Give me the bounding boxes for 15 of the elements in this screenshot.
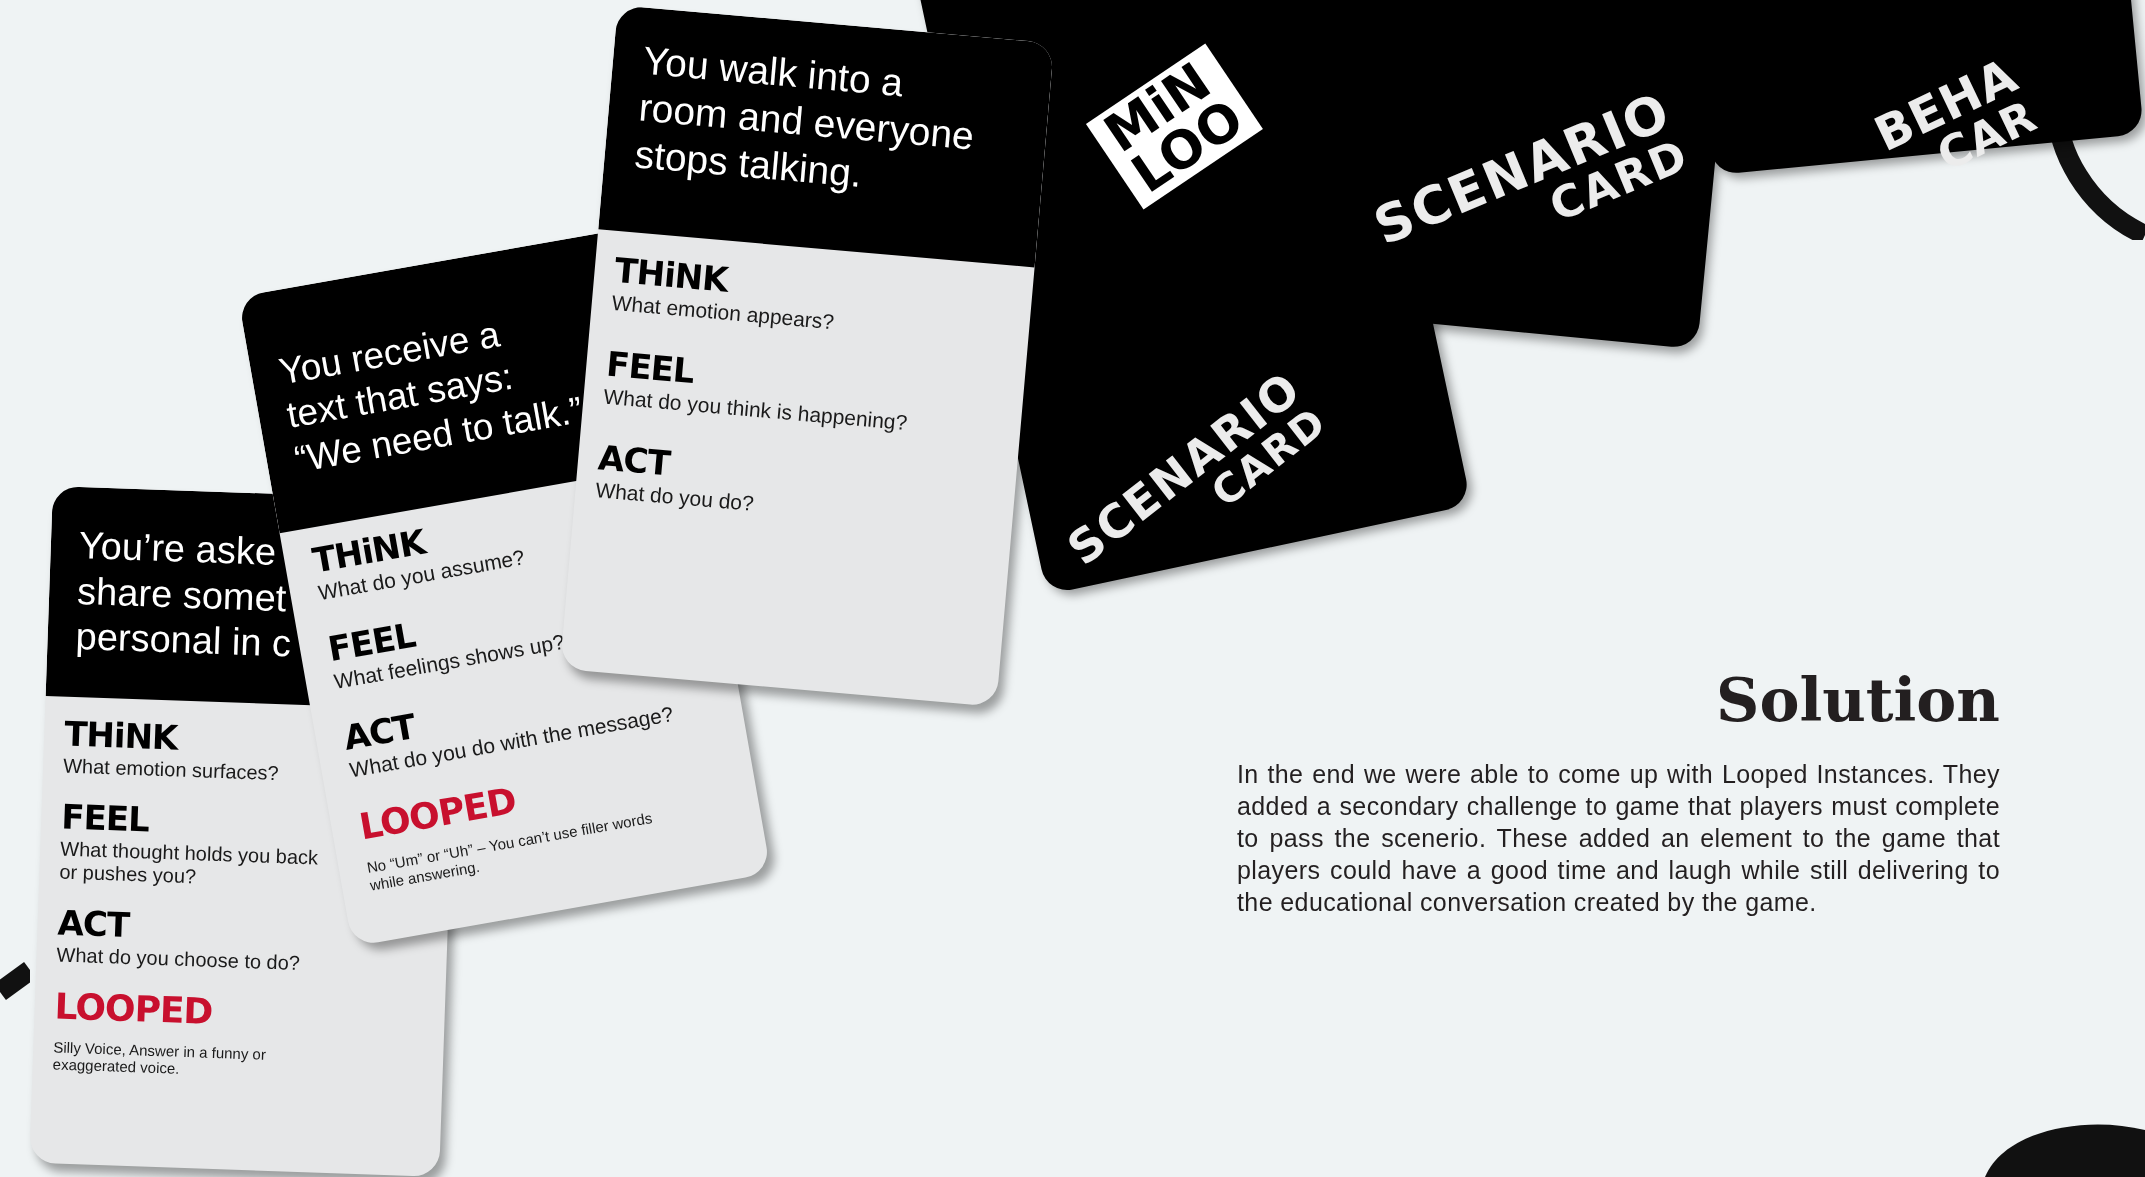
- section-heading: FEEL: [60, 799, 150, 837]
- section-question: What do you choose to do?: [56, 943, 301, 975]
- section-heading: ACT: [596, 440, 672, 481]
- card-prompt: You walk into a room and everyone stops talking.: [632, 37, 977, 197]
- section-question: What emotion surfaces?: [62, 754, 280, 786]
- section-question: What do you do?: [594, 478, 755, 517]
- section-question: What thought holds you back or pushes you?: [59, 837, 320, 890]
- section-heading: ACT: [57, 905, 130, 942]
- looped-heading: LOOPED: [54, 988, 214, 1030]
- solution-paragraph: In the end we were able to come up with Looped Instances. They added a secondary challenge to game that players must complete to pass the scenerio. These added an element to the game that players could have a good time and laugh while still delivering to the educational conversation created by the game.: [1237, 759, 2000, 918]
- section-heading: THiNK: [63, 716, 178, 755]
- curve-line: [0, 960, 30, 1002]
- looped-rule: Silly Voice, Answer in a funny or exaggerated voice.: [52, 1038, 268, 1080]
- card-prompt: You receive a text that says: “We need to talk.”: [275, 312, 587, 482]
- section-title: Solution: [1716, 670, 2000, 730]
